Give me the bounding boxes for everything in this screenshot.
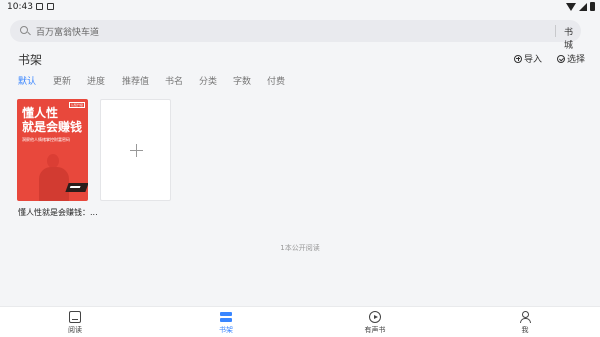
nav-me-label: 我 (521, 326, 529, 334)
tab-default[interactable]: 默认 (18, 74, 36, 87)
book-icon (69, 311, 81, 323)
public-reading-count: 1本公开阅读 (280, 244, 320, 252)
book-title[interactable]: 懂人性就是会赚钱：... (18, 207, 98, 218)
clock: 10:43 (7, 2, 33, 12)
nav-read[interactable]: 阅读 (55, 311, 95, 335)
search-icon (20, 26, 28, 34)
nav-shelf[interactable]: 书架 (206, 311, 246, 335)
nav-audiobook-label: 有声书 (364, 326, 386, 334)
system-icons (566, 2, 595, 11)
page-title: 书架 (18, 53, 43, 67)
tab-word-count[interactable]: 字数 (233, 74, 251, 87)
image-notification-icon (36, 3, 43, 10)
cover-title: 懂人性 就是会赚钱 (22, 106, 82, 134)
search-bar[interactable]: 百万富翁快车道 书城 (10, 20, 581, 51)
tab-update[interactable]: 更新 (53, 74, 71, 87)
search-input[interactable]: 百万富翁快车道 (36, 25, 99, 38)
check-circle-icon (557, 54, 565, 63)
person-icon (519, 311, 531, 323)
cover-title-line1: 懂人性 (22, 106, 59, 120)
status-bar: 10:43 (0, 0, 600, 14)
tab-progress[interactable]: 进度 (87, 74, 105, 87)
bottom-nav: 阅读 书架 有声书 我 (0, 306, 600, 337)
search-divider (555, 25, 556, 37)
wifi-icon (566, 2, 576, 11)
tab-paid[interactable]: 付费 (267, 74, 285, 87)
battery-icon (590, 2, 595, 11)
plus-icon-vertical (136, 144, 137, 157)
add-circle-icon (514, 54, 522, 63)
book-cover[interactable]: 认知升级 懂人性 就是会赚钱 洞察他人情绪掌控财富密码 (17, 99, 88, 201)
nav-shelf-label: 书架 (219, 326, 233, 334)
tab-category[interactable]: 分类 (199, 74, 217, 87)
nav-read-label: 阅读 (68, 326, 82, 334)
cover-subtitle: 洞察他人情绪掌控财富密码 (22, 137, 70, 142)
import-label: 导入 (524, 55, 543, 65)
app-notification-icon (47, 3, 54, 10)
cover-illustration-body (39, 167, 69, 201)
tab-recommend[interactable]: 推荐值 (122, 74, 149, 87)
tab-book-name[interactable]: 书名 (165, 74, 183, 87)
select-button[interactable]: 选择 (557, 52, 585, 65)
add-book-button[interactable] (100, 99, 171, 201)
cover-title-line2: 就是会赚钱 (22, 120, 83, 134)
signal-icon (579, 2, 587, 11)
import-button[interactable]: 导入 (514, 52, 542, 65)
shelf-icon (220, 311, 232, 323)
cover-illustration-head (47, 154, 59, 168)
play-circle-icon (369, 311, 381, 323)
notification-icons (36, 3, 54, 10)
select-label: 选择 (567, 55, 586, 65)
bookstore-link[interactable]: 书城 (564, 25, 581, 51)
nav-me[interactable]: 我 (505, 311, 545, 335)
cover-illustration-book (65, 183, 88, 192)
nav-audiobook[interactable]: 有声书 (355, 311, 395, 335)
